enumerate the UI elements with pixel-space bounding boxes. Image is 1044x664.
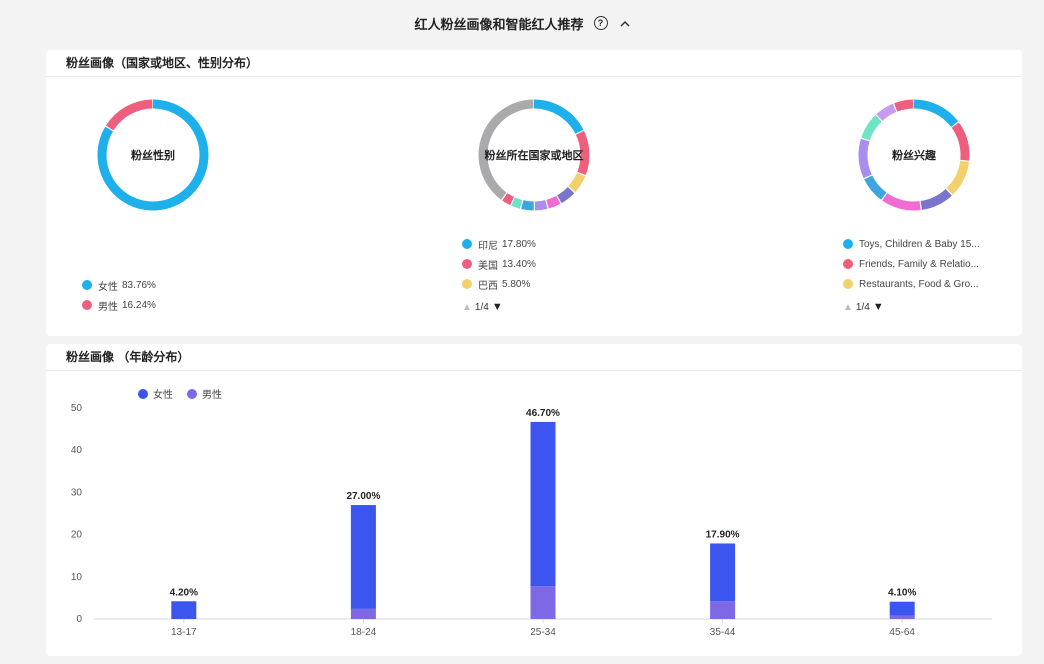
country-donut-label: 粉丝所在国家或地区 — [484, 150, 584, 162]
interest-legend: Toys, Children & Baby 15... Friends, Fam… — [843, 234, 993, 294]
pager-text: 1/4 — [855, 301, 870, 313]
section-header[interactable]: 红人粉丝画像和智能红人推荐 ? — [0, 0, 1044, 46]
legend-item-male[interactable]: 男性 — [187, 386, 222, 401]
legend-value: 83.76% — [122, 279, 156, 291]
age-chart-legend: 女性 男性 — [138, 386, 236, 401]
triangle-down-icon[interactable]: ▼ — [873, 301, 884, 313]
legend-label: Toys, Children & Baby 15... — [859, 238, 980, 250]
legend-value: 16.24% — [122, 299, 156, 311]
legend-dot — [82, 300, 92, 310]
legend-item[interactable]: Restaurants, Food & Gro... — [843, 274, 993, 294]
interest-donut: 粉丝兴趣 — [858, 99, 970, 211]
help-icon[interactable]: ? — [593, 16, 608, 30]
legend-label: 印尼 — [478, 240, 498, 252]
legend-dot — [843, 259, 853, 269]
interest-donut-label: 粉丝兴趣 — [892, 150, 936, 162]
portrait-card-title: 粉丝画像（国家或地区、性别分布） — [46, 50, 1022, 77]
country-donut: 粉丝所在国家或地区 — [478, 99, 590, 211]
section-title: 红人粉丝画像和智能红人推荐 — [414, 16, 584, 32]
legend-item[interactable]: 女性 83.76% — [82, 275, 156, 295]
chevron-up-icon[interactable] — [619, 16, 630, 30]
interest-pager: ▲ 1/4 ▼ — [843, 301, 884, 313]
country-pager: ▲ 1/4 ▼ — [462, 301, 503, 313]
legend-label: 女性 — [98, 281, 118, 293]
legend-value: 17.80% — [502, 238, 536, 250]
legend-dot — [843, 239, 853, 249]
triangle-down-icon[interactable]: ▼ — [492, 301, 503, 313]
legend-item-female[interactable]: 女性 — [138, 386, 173, 401]
legend-dot — [82, 280, 92, 290]
legend-label: 美国 — [478, 260, 498, 272]
country-legend: 印尼 17.80% 美国 13.40% 巴西 5.80% — [462, 234, 536, 294]
legend-label: Friends, Family & Relatio... — [859, 258, 980, 270]
gender-legend: 女性 83.76% 男性 16.24% — [82, 275, 156, 315]
legend-label: 男性 — [98, 301, 118, 313]
legend-item[interactable]: 印尼 17.80% — [462, 234, 536, 254]
legend-dot — [187, 388, 197, 399]
legend-value: 5.80% — [502, 278, 531, 290]
legend-label: Restaurants, Food & Gro... — [859, 278, 979, 290]
legend-dot — [462, 259, 472, 269]
legend-dot — [462, 239, 472, 249]
legend-label: 男性 — [202, 390, 222, 401]
gender-donut: 粉丝性别 — [97, 99, 209, 211]
legend-item[interactable]: 美国 13.40% — [462, 254, 536, 274]
pager-text: 1/4 — [474, 301, 489, 313]
legend-item[interactable]: Friends, Family & Relatio... — [843, 254, 993, 274]
legend-item[interactable]: 巴西 5.80% — [462, 274, 536, 294]
legend-value: 13.40% — [502, 258, 536, 270]
legend-dot — [462, 279, 472, 289]
legend-dot — [138, 388, 148, 399]
gender-donut-label: 粉丝性别 — [131, 150, 175, 162]
legend-item[interactable]: Toys, Children & Baby 15... — [843, 234, 993, 254]
triangle-up-icon[interactable]: ▲ — [843, 302, 853, 313]
legend-dot — [843, 279, 853, 289]
legend-item[interactable]: 男性 16.24% — [82, 295, 156, 315]
legend-label: 巴西 — [478, 280, 498, 292]
triangle-up-icon[interactable]: ▲ — [462, 302, 472, 313]
legend-label: 女性 — [153, 390, 173, 401]
age-card-title: 粉丝画像 （年龄分布） — [46, 344, 1022, 371]
